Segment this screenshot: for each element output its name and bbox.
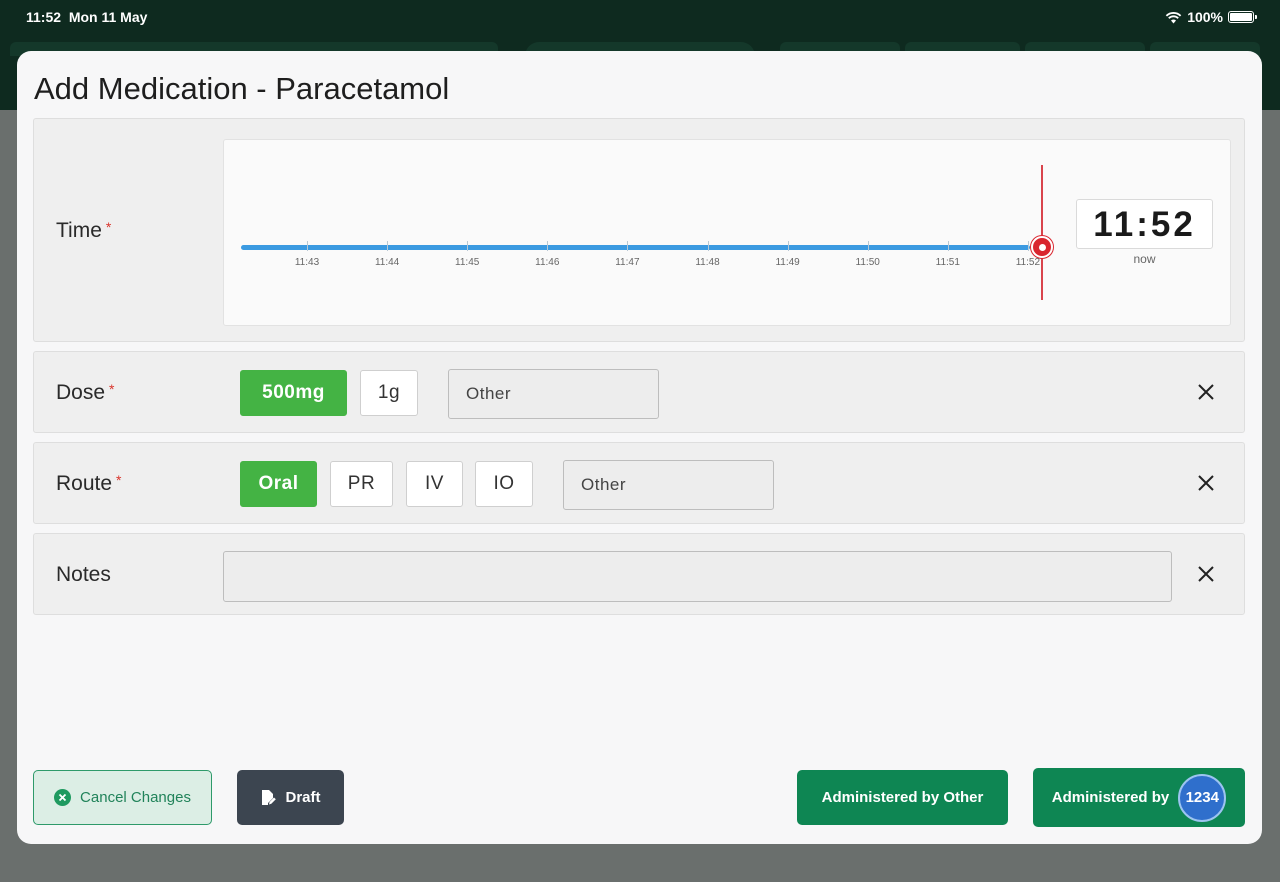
cancel-changes-button[interactable]: Cancel Changes — [33, 770, 212, 825]
timeline-tick — [947, 241, 949, 251]
administered-by-other-button[interactable]: Administered by Other — [797, 770, 1008, 825]
route-option-pr[interactable]: PR — [330, 461, 393, 507]
route-option-iv[interactable]: IV — [406, 461, 463, 507]
time-row: Time * 11:43 11:44 11:45 11:46 11:47 11:48 11:4… — [33, 118, 1245, 342]
notes-label: Notes — [56, 563, 111, 586]
timeline-tick — [1027, 241, 1029, 251]
modal-title: Add Medication - Paracetamol — [34, 71, 450, 106]
circle-x-icon — [54, 789, 72, 806]
timeline-tick-label: 11:47 — [615, 257, 640, 268]
selected-time-display: 11:52 — [1076, 199, 1213, 249]
timeline-tick-label: 11:49 — [775, 257, 800, 268]
route-row: Route * Oral PR IV IO Other — [33, 442, 1245, 524]
status-indicators: 100% — [1165, 9, 1257, 25]
administered-by-user-button[interactable]: Administered by 1234 — [1033, 768, 1245, 827]
route-option-io[interactable]: IO — [475, 461, 533, 507]
timeline-tick — [547, 241, 549, 251]
clear-notes-button[interactable] — [1188, 556, 1224, 592]
required-mark: * — [109, 381, 115, 397]
dose-other-input[interactable]: Other — [448, 369, 659, 419]
user-id-badge: 1234 — [1178, 773, 1227, 822]
required-mark: * — [116, 472, 122, 488]
dose-option-500mg[interactable]: 500mg — [240, 370, 347, 416]
draft-button[interactable]: Draft — [237, 770, 344, 825]
clear-dose-button[interactable] — [1188, 374, 1224, 410]
dose-row: Dose * 500mg 1g Other — [33, 351, 1245, 433]
edit-document-icon — [262, 790, 277, 805]
now-marker-line — [1041, 165, 1043, 300]
dose-label: Dose * — [56, 381, 115, 404]
notes-row: Notes — [33, 533, 1245, 615]
timeline-tick-label: 11:50 — [855, 257, 880, 268]
draft-label: Draft — [285, 789, 321, 806]
route-other-input[interactable]: Other — [563, 460, 774, 510]
timeline-track[interactable] — [241, 245, 1030, 250]
administered-by-label: Administered by — [1051, 789, 1170, 806]
timeline-tick-label: 11:48 — [695, 257, 720, 268]
timeline-tick — [867, 241, 869, 251]
route-option-oral[interactable]: Oral — [240, 461, 317, 507]
dose-option-1g[interactable]: 1g — [360, 370, 418, 416]
timeline-tick — [627, 241, 629, 251]
timeline-tick-label: 11:45 — [455, 257, 480, 268]
status-time-date: 11:52 Mon 11 May — [26, 9, 148, 25]
battery-percent: 100% — [1187, 9, 1223, 25]
selected-time-caption: now — [1133, 252, 1156, 266]
timeline-tick — [707, 241, 709, 251]
wifi-icon — [1165, 11, 1182, 23]
close-icon — [1198, 566, 1214, 582]
timeline-tick — [467, 241, 469, 251]
timeline-handle[interactable] — [1031, 236, 1053, 258]
timeline-tick-label: 11:52 — [1015, 257, 1041, 268]
cancel-changes-label: Cancel Changes — [80, 789, 191, 806]
close-icon — [1198, 384, 1214, 400]
timeline-tick-label: 11:46 — [535, 257, 560, 268]
required-mark: * — [105, 219, 112, 235]
timeline-tick-label: 11:51 — [935, 257, 960, 268]
battery-icon — [1228, 11, 1257, 23]
close-icon — [1198, 475, 1214, 491]
timeline-tick-label: 11:43 — [294, 257, 320, 268]
timeline-tick — [307, 241, 308, 251]
notes-input[interactable] — [223, 551, 1172, 602]
timeline-tick — [387, 241, 389, 251]
clear-route-button[interactable] — [1188, 465, 1224, 501]
time-picker: 11:43 11:44 11:45 11:46 11:47 11:48 11:49 11:50… — [223, 139, 1231, 326]
add-medication-modal: Add Medication - Paracetamol Time * 11:43… — [17, 51, 1262, 844]
time-label: Time * — [56, 219, 112, 242]
timeline-tick-label: 11:44 — [374, 257, 400, 268]
timeline-tick — [787, 241, 789, 251]
route-label: Route * — [56, 472, 122, 495]
